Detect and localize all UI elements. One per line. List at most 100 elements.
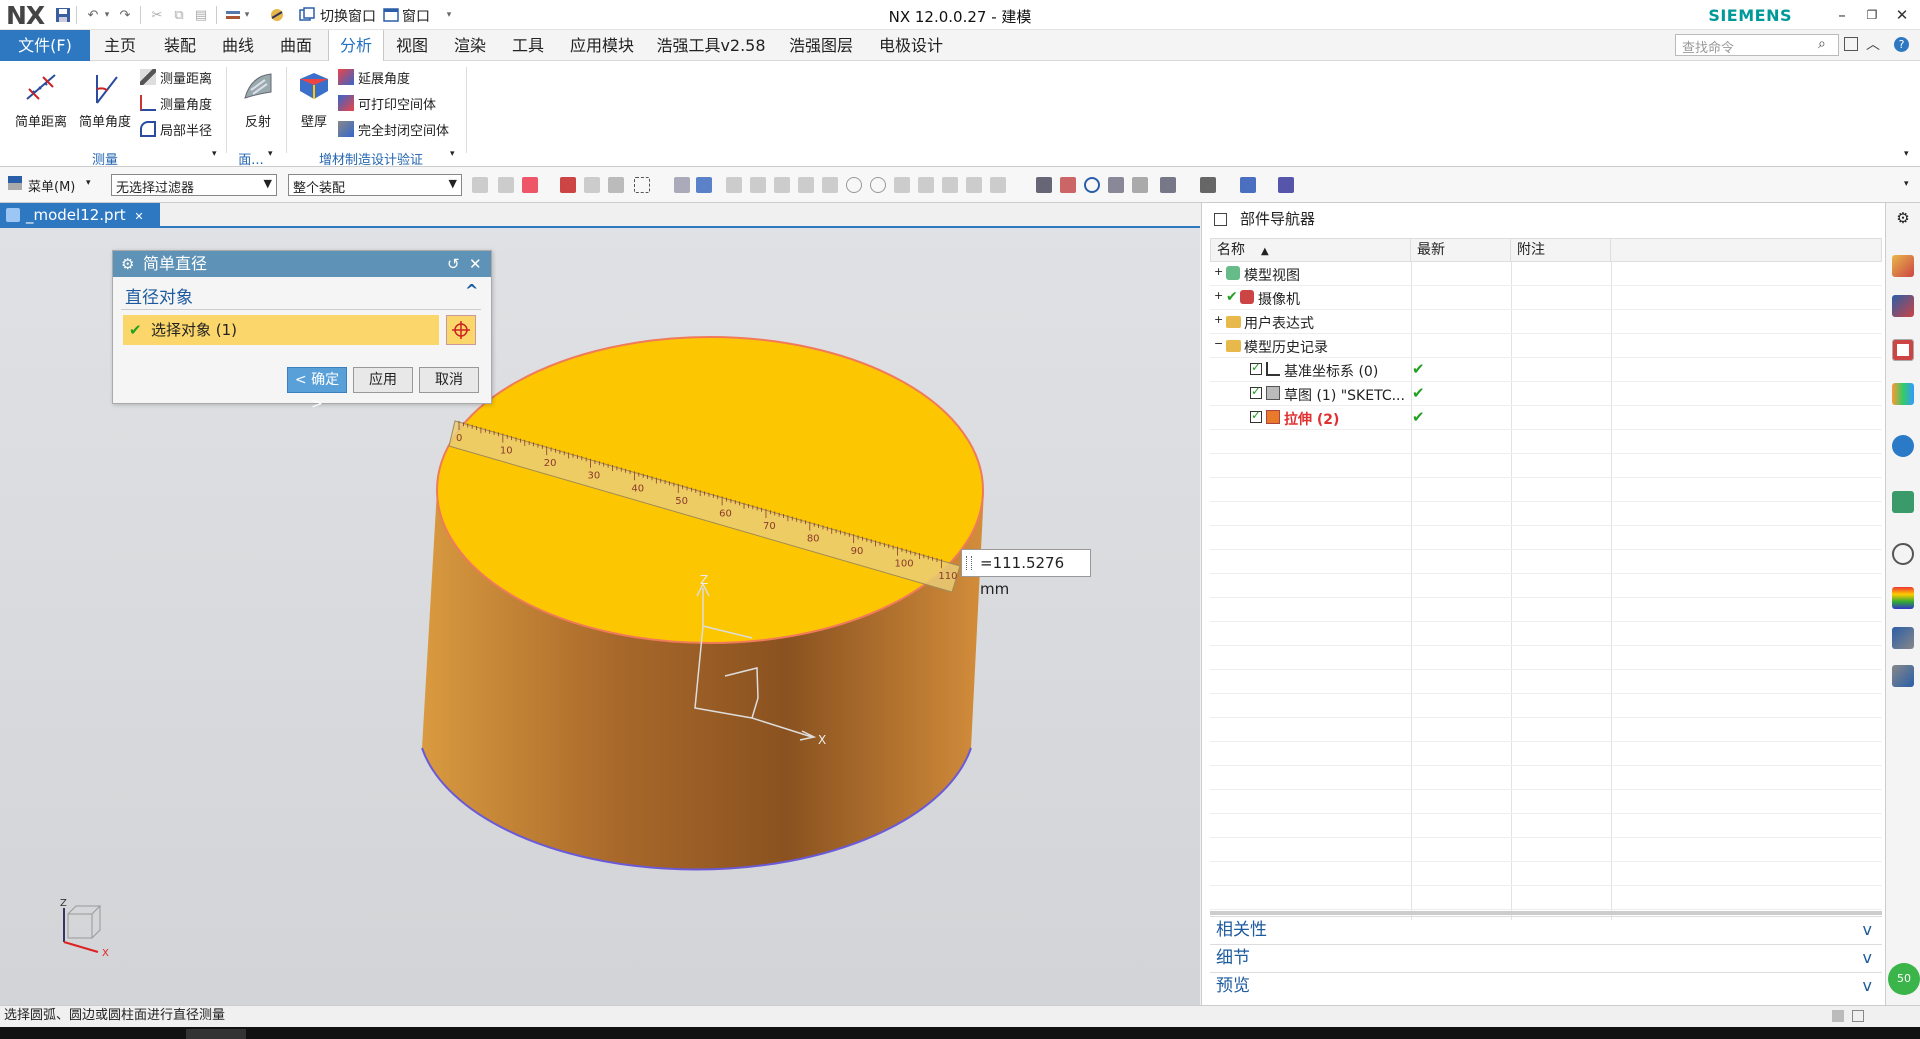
menu-dropdown-icon[interactable]: ▾ [86, 178, 91, 188]
solid-body-icon[interactable] [674, 177, 690, 193]
simple-angle-button[interactable]: 简单角度 [74, 67, 136, 130]
select-hidden-icon[interactable] [584, 177, 600, 193]
paste-icon[interactable]: ▤ [192, 6, 210, 24]
visibility-icon[interactable] [1240, 177, 1256, 193]
panel-dependencies[interactable]: 相关性 v [1210, 916, 1882, 944]
tree-row-model-views[interactable]: + 模型视图 [1210, 262, 1882, 286]
type-filter-select[interactable]: 无选择过滤器 ▼ [111, 174, 277, 196]
additive-group-dropdown-icon[interactable]: ▾ [450, 149, 455, 159]
snap-intersection-icon[interactable] [822, 177, 838, 193]
select-all-icon[interactable] [522, 177, 538, 193]
panel-details[interactable]: 细节 v [1210, 944, 1882, 972]
rectangle-select-icon[interactable] [634, 177, 650, 193]
history-icon[interactable] [1892, 543, 1914, 565]
command-search-input[interactable]: 查找命令 [1675, 34, 1839, 56]
menu-button[interactable]: 菜单(M) [28, 176, 75, 195]
perspective-icon[interactable] [1132, 177, 1148, 193]
tab-surface[interactable]: 曲面 [274, 30, 318, 61]
hd3d-tools-icon[interactable] [1892, 435, 1914, 457]
snap-on-curve-icon[interactable] [918, 177, 934, 193]
tab-view[interactable]: 视图 [390, 30, 434, 61]
apply-button[interactable]: 应用 [353, 367, 413, 393]
expand-icon[interactable]: + [1214, 265, 1223, 278]
collapse-ribbon-icon[interactable]: ︿ [1866, 34, 1880, 54]
cancel-button[interactable]: 取消 [419, 367, 479, 393]
chevron-up-icon[interactable]: ^ [465, 281, 478, 300]
select-object-row[interactable]: ✔ 选择对象 (1) [123, 315, 439, 345]
expand-icon[interactable]: + [1214, 289, 1223, 302]
tree-row-cameras[interactable]: + ✔ 摄像机 [1210, 286, 1882, 310]
tree-row-user-expressions[interactable]: + 用户表达式 [1210, 310, 1882, 334]
close-icon[interactable]: ✕ [469, 251, 482, 277]
ribbon-overflow-icon[interactable]: ▾ [1904, 149, 1909, 159]
fullscreen-icon[interactable] [1852, 1010, 1864, 1022]
tree-row-datum-csys[interactable]: ✓ 基准坐标系 (0) ✔ [1210, 358, 1882, 382]
gear-icon[interactable]: ⚙ [1892, 209, 1914, 231]
web-browser-icon[interactable] [1892, 491, 1914, 513]
tab-haoqiang-layers[interactable]: 浩强图层 [784, 30, 858, 61]
tab-assembly[interactable]: 装配 [158, 30, 202, 61]
window-menu-button[interactable]: 窗口 [402, 6, 430, 26]
enclosed-volume-button[interactable]: 完全封闭空间体 [338, 119, 468, 139]
assembly-navigator-icon[interactable] [1892, 255, 1914, 277]
face-group-dropdown-icon[interactable]: ▾ [268, 149, 273, 159]
help-icon[interactable]: ? [1894, 37, 1909, 52]
drag-handle-icon[interactable] [966, 556, 972, 570]
copy-icon[interactable]: ⧉ [170, 6, 188, 24]
measurement-label[interactable]: =111.5276 mm [961, 549, 1091, 598]
section-view-icon[interactable] [1278, 177, 1294, 193]
simple-distance-button[interactable]: 简单距离 [10, 67, 72, 130]
column-note[interactable]: 附注 [1511, 239, 1611, 261]
panel-preview[interactable]: 预览 v [1210, 972, 1882, 1000]
fit-view-icon[interactable] [1036, 177, 1052, 193]
tab-render[interactable]: 渲染 [448, 30, 492, 61]
reset-icon[interactable]: ↺ [447, 251, 460, 277]
tab-tools[interactable]: 工具 [506, 30, 550, 61]
printable-volume-button[interactable]: 可打印空间体 [338, 93, 468, 113]
collapse-icon[interactable]: − [1214, 337, 1223, 350]
measure-angle-button[interactable]: 测量角度 [140, 93, 230, 113]
constraint-navigator-icon[interactable] [1892, 295, 1914, 317]
repeat-dropdown-icon[interactable]: ▾ [242, 6, 252, 24]
document-tab[interactable]: _model12.prt ✕ [0, 203, 160, 228]
part-navigator-icon[interactable] [1892, 339, 1914, 361]
splitter[interactable] [1210, 911, 1882, 915]
pin-icon[interactable] [1214, 213, 1227, 226]
column-name[interactable]: 名称 ▲ [1211, 239, 1411, 261]
zoom-icon[interactable] [1060, 177, 1076, 193]
close-window-button[interactable]: ✕ [1888, 4, 1916, 26]
undo-icon[interactable]: ↶ [84, 6, 102, 24]
tab-home[interactable]: 主页 [98, 30, 142, 61]
minimize-button[interactable]: – [1828, 4, 1856, 26]
snap-bounded-icon[interactable] [966, 177, 982, 193]
local-radius-button[interactable]: 局部半径 [140, 119, 230, 139]
reflect-button[interactable]: 反射 [240, 67, 276, 130]
redo-icon[interactable]: ↷ [116, 6, 134, 24]
measure-group-dropdown-icon[interactable]: ▾ [212, 149, 217, 159]
snap-center-icon[interactable] [846, 177, 862, 193]
sheet-body-icon[interactable] [696, 177, 712, 193]
close-icon[interactable]: ✕ [134, 210, 143, 223]
tab-analysis[interactable]: 分析 [328, 30, 384, 61]
measure-distance-button[interactable]: 测量距离 [140, 67, 230, 87]
dialog-section-header[interactable]: 直径对象 [125, 283, 193, 308]
render-style-icon[interactable] [1200, 177, 1216, 193]
undo-dropdown-icon[interactable]: ▾ [102, 6, 112, 24]
snap-existing-point-icon[interactable] [894, 177, 910, 193]
tab-electrode-design[interactable]: 电极设计 [876, 30, 946, 61]
column-latest[interactable]: 最新 [1411, 239, 1511, 261]
deselect-icon[interactable] [498, 177, 514, 193]
snap-point-icon[interactable] [560, 177, 576, 193]
ribbon-options-icon[interactable] [1844, 37, 1858, 51]
selection-scope-select[interactable]: 整个装配 ▼ [288, 174, 462, 196]
pick-target-button[interactable] [446, 315, 476, 345]
repeat-command-icon[interactable] [224, 6, 242, 24]
rotate-icon[interactable] [1084, 177, 1100, 193]
lasso-select-icon[interactable] [608, 177, 624, 193]
snap-arc-icon[interactable] [798, 177, 814, 193]
touch-mode-icon[interactable] [268, 6, 286, 24]
tree-row-model-history[interactable]: − 模型历史记录 [1210, 334, 1882, 358]
snap-endpoint-icon[interactable] [726, 177, 742, 193]
window-dropdown-icon[interactable]: ▾ [444, 6, 454, 24]
switch-window-icon[interactable] [298, 6, 316, 24]
